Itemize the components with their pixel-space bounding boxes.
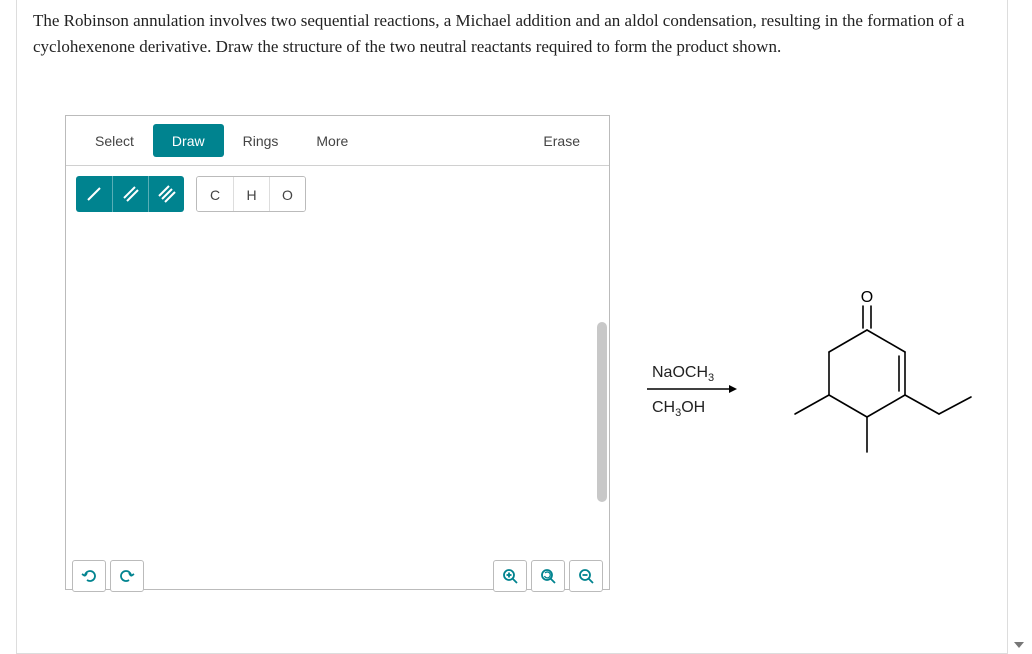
single-bond-button[interactable] [76,176,112,212]
drawing-canvas[interactable] [66,222,609,554]
product-structure: O [757,280,977,500]
atom-hydrogen-button[interactable]: H [233,177,269,212]
tab-more[interactable]: More [297,116,367,165]
editor-tabs: Select Draw Rings More Erase [66,116,609,166]
zoom-out-icon [578,568,594,584]
draw-toolbar: C H O [66,166,609,222]
reaction-scheme: NaOCH3 CH3OH [627,280,1027,540]
redo-button[interactable] [110,560,144,592]
zoom-reset-icon [540,568,556,584]
page-scrollbar[interactable] [1014,0,1028,654]
question-text: The Robinson annulation involves two seq… [17,0,1007,59]
question-panel: The Robinson annulation involves two seq… [16,0,1008,654]
double-bond-button[interactable] [112,176,148,212]
tab-select[interactable]: Select [76,116,153,165]
undo-button[interactable] [72,560,106,592]
triple-bond-button[interactable] [148,176,184,212]
zoom-out-button[interactable] [569,560,603,592]
atom-oxygen-button[interactable]: O [269,177,305,212]
undo-icon [81,568,97,584]
reaction-arrow-icon [647,384,737,394]
tab-erase[interactable]: Erase [524,116,599,165]
redo-icon [119,568,135,584]
canvas-bottom-toolbar [66,554,609,598]
atom-button-group: C H O [196,176,306,212]
zoom-in-icon [502,568,518,584]
tab-draw[interactable]: Draw [153,124,224,157]
zoom-reset-button[interactable] [531,560,565,592]
chemical-editor: Select Draw Rings More Erase [65,115,610,590]
oxygen-label: O [861,289,873,306]
reagent-2: CH3OH [652,390,714,425]
atom-carbon-button[interactable]: C [197,177,233,212]
canvas-scrollbar[interactable] [597,322,607,502]
tab-rings[interactable]: Rings [224,116,298,165]
zoom-in-button[interactable] [493,560,527,592]
scroll-down-icon [1014,642,1024,648]
bond-button-group [76,176,184,212]
